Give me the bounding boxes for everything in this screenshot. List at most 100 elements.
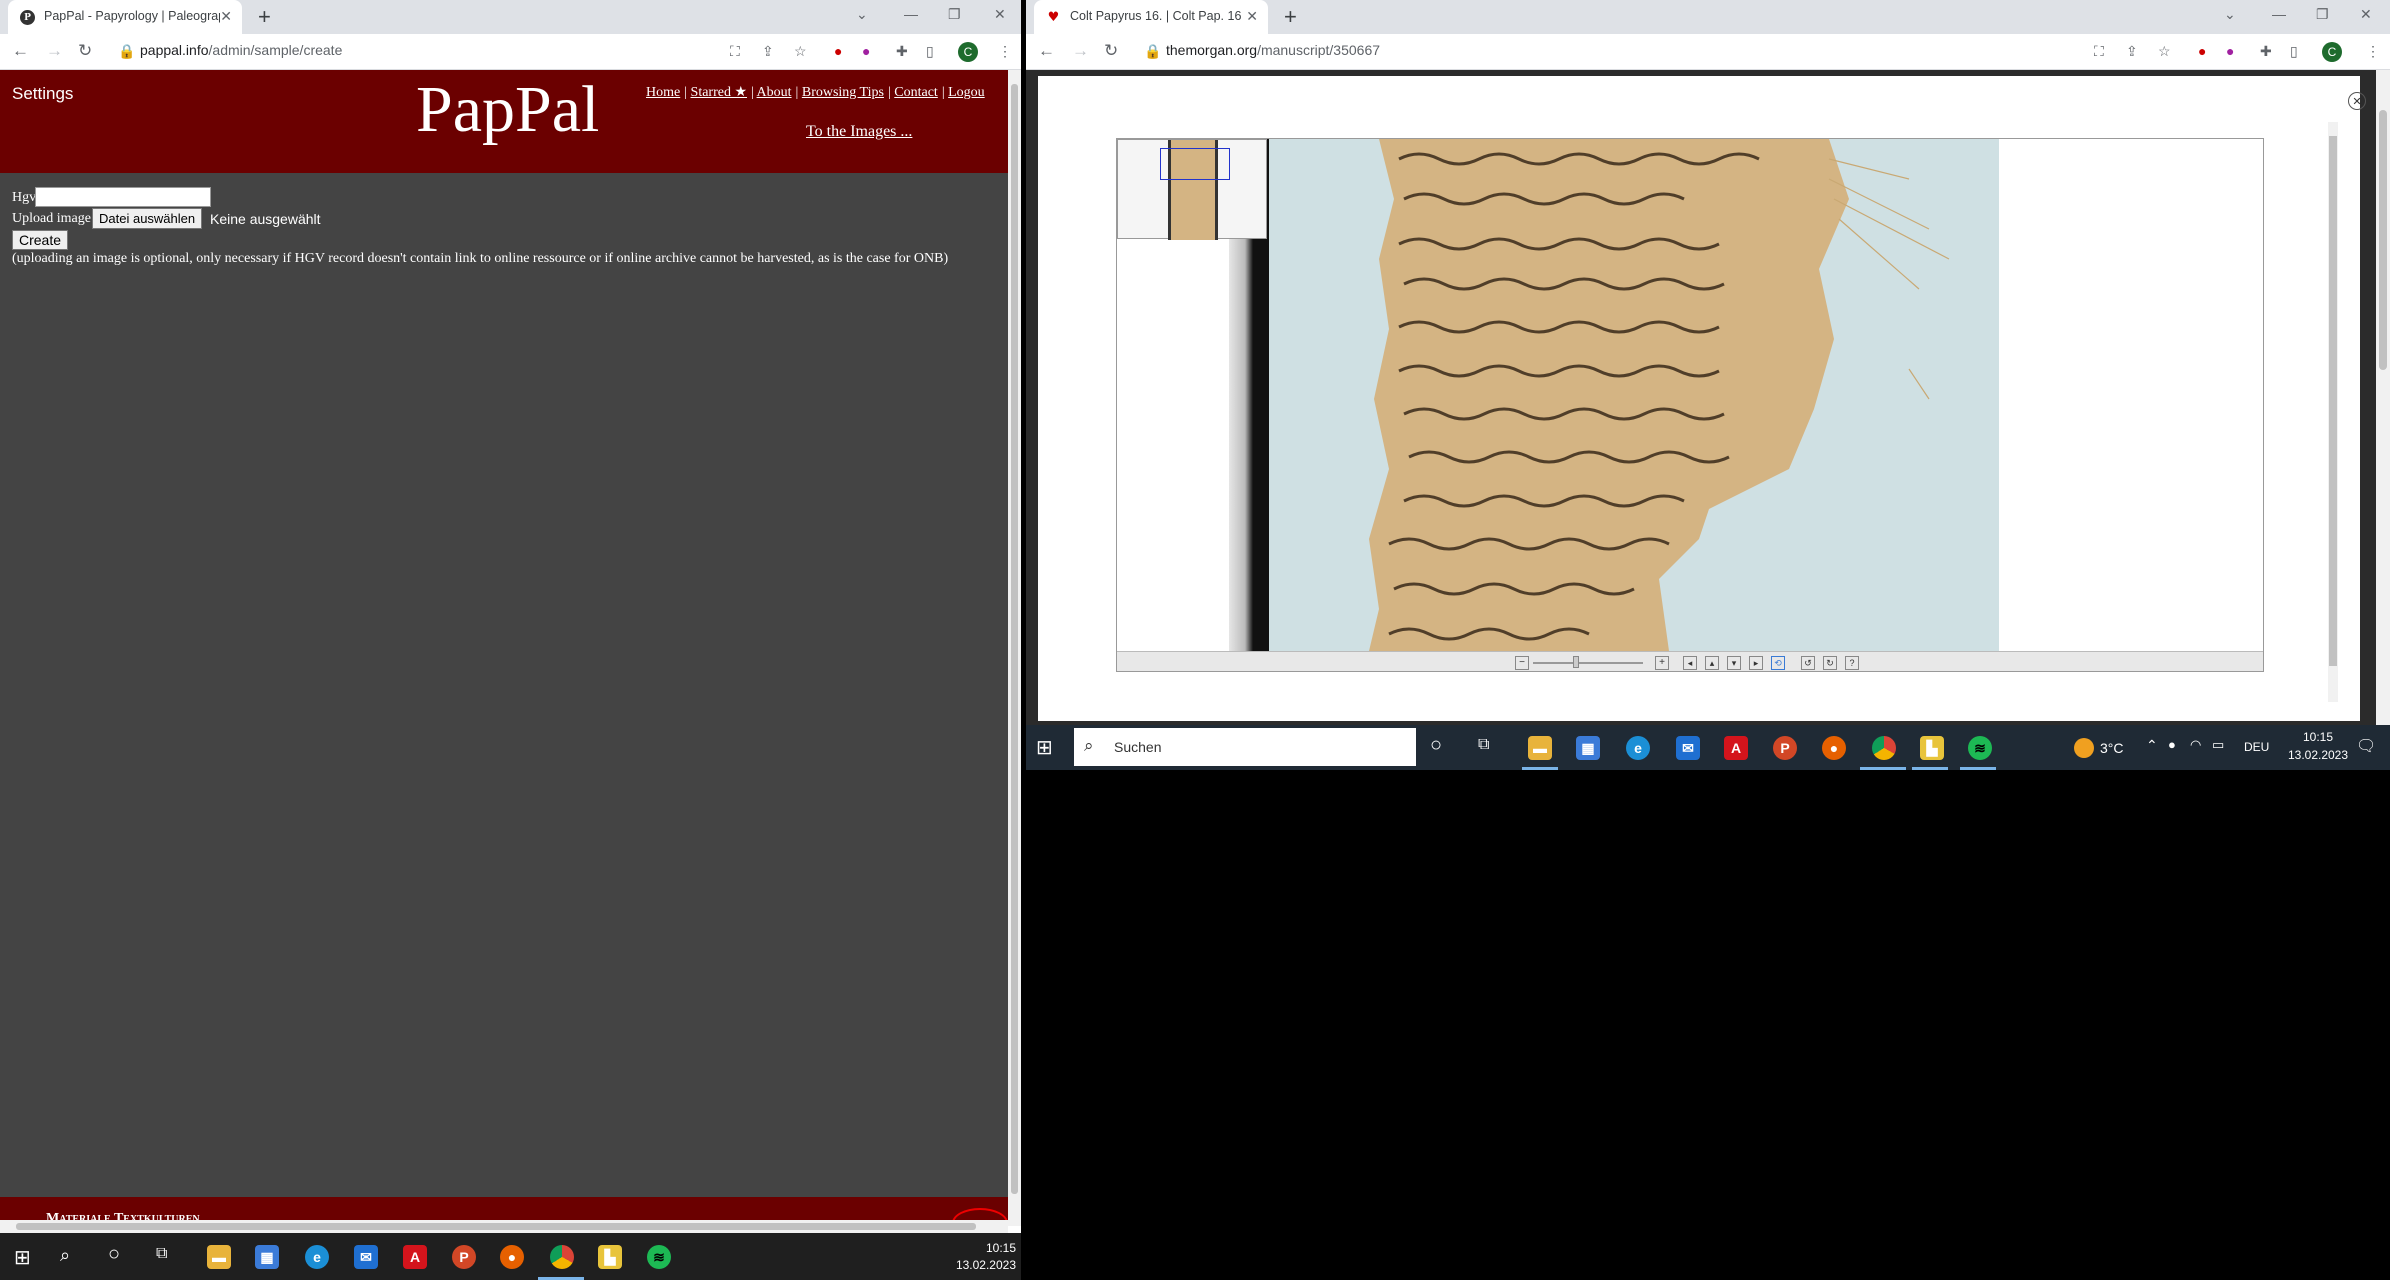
cortana-icon[interactable]: ○	[1430, 734, 1442, 757]
extension-icon[interactable]: ●	[862, 43, 870, 59]
zoom-slider-handle[interactable]	[1573, 656, 1579, 668]
address-bar[interactable]: pappal.info/admin/sample/create	[140, 42, 342, 58]
horizontal-scrollbar[interactable]	[0, 1220, 1008, 1233]
bookmark-star-icon[interactable]: ☆	[2158, 43, 2171, 60]
tab-morgan[interactable]: ♥ Colt Papyrus 16. | Colt Pap. 16 | T ✕	[1034, 0, 1268, 34]
windows-start-icon[interactable]: ⊞	[1036, 735, 1053, 760]
search-icon[interactable]: ⌕	[60, 1245, 70, 1266]
mail-icon[interactable]: ✉	[354, 1245, 378, 1269]
menu-kebab-icon[interactable]: ⋮	[2366, 43, 2380, 60]
choose-file-button[interactable]: Datei auswählen	[92, 208, 203, 229]
acrobat-icon[interactable]: A	[403, 1245, 427, 1269]
firefox-icon[interactable]: ●	[1822, 736, 1846, 760]
taskbar-search-box[interactable]: ⌕ Suchen	[1074, 728, 1416, 766]
sidepanel-icon[interactable]: ▯	[926, 43, 934, 60]
task-view-icon[interactable]: ⧉	[1478, 736, 1489, 754]
file-explorer-icon[interactable]: ▬	[1528, 736, 1552, 760]
pinned-app-icon[interactable]: ▙	[1920, 736, 1944, 760]
lock-icon[interactable]: 🔒	[118, 43, 135, 60]
input-language[interactable]: DEU	[2244, 740, 2269, 754]
clock-date[interactable]: 13.02.2023	[2278, 748, 2358, 762]
network-icon[interactable]: ◠	[2190, 737, 2201, 753]
translate-icon[interactable]: ⛶	[730, 43, 740, 60]
zoom-slider[interactable]	[1533, 662, 1643, 664]
pan-left-icon[interactable]: ◂	[1683, 656, 1697, 670]
nav-contact[interactable]: Contact	[894, 85, 938, 100]
store-icon[interactable]: ▦	[255, 1245, 279, 1269]
close-window-icon[interactable]: ✕	[2360, 6, 2372, 23]
cortana-icon[interactable]: ○	[108, 1243, 120, 1266]
nav-logout[interactable]: Logou	[948, 85, 985, 100]
navigator-viewport-box[interactable]	[1160, 148, 1230, 180]
vertical-scrollbar[interactable]	[1008, 70, 1021, 1226]
weather-icon[interactable]	[2074, 738, 2094, 758]
tab-search-icon[interactable]: ⌄	[856, 6, 868, 23]
zoom-viewer[interactable]: − + ◂ ▴ ▾ ▸ ⟲ ↺ ↻ ?	[1116, 138, 2264, 672]
acrobat-icon[interactable]: A	[1724, 736, 1748, 760]
spotify-icon[interactable]: ≋	[647, 1245, 671, 1269]
navigator-thumbnail[interactable]	[1117, 139, 1267, 240]
scrollbar-thumb[interactable]	[2379, 110, 2387, 370]
store-icon[interactable]: ▦	[1576, 736, 1600, 760]
task-view-icon[interactable]: ⧉	[156, 1245, 167, 1263]
extensions-puzzle-icon[interactable]: ✚	[896, 43, 908, 60]
share-icon[interactable]: ⇪	[2126, 43, 2138, 60]
address-bar[interactable]: themorgan.org/manuscript/350667	[1166, 42, 1380, 58]
close-window-icon[interactable]: ✕	[994, 6, 1006, 23]
weather-temperature[interactable]: 3°C	[2100, 740, 2124, 756]
pinned-app-icon[interactable]: ▙	[598, 1245, 622, 1269]
new-tab-icon[interactable]: +	[1284, 4, 1297, 30]
back-icon[interactable]: ←	[12, 41, 29, 61]
restore-icon[interactable]: ❐	[948, 6, 961, 23]
tab-search-icon[interactable]: ⌄	[2224, 6, 2236, 23]
translate-icon[interactable]: ⛶	[2094, 43, 2104, 60]
menu-kebab-icon[interactable]: ⋮	[998, 43, 1012, 60]
close-modal-icon[interactable]: ✕	[2348, 92, 2366, 110]
extensions-puzzle-icon[interactable]: ✚	[2260, 43, 2272, 60]
scrollbar-thumb[interactable]	[1011, 84, 1018, 1194]
settings-link[interactable]: Settings	[12, 84, 73, 104]
edge-icon[interactable]: e	[1626, 736, 1650, 760]
extension-icon[interactable]: ●	[834, 43, 842, 59]
create-button[interactable]: Create	[12, 230, 69, 250]
scrollbar-thumb[interactable]	[2329, 136, 2337, 666]
firefox-icon[interactable]: ●	[500, 1245, 524, 1269]
tab-pappal[interactable]: P PapPal - Papyrology | Paleograph ✕	[8, 0, 242, 34]
nav-home[interactable]: Home	[646, 85, 680, 100]
new-tab-icon[interactable]: +	[258, 4, 271, 30]
profile-avatar[interactable]: C	[2322, 42, 2342, 62]
powerpoint-icon[interactable]: P	[452, 1245, 476, 1269]
close-tab-icon[interactable]: ✕	[1246, 8, 1258, 25]
chrome-icon[interactable]	[550, 1245, 574, 1269]
edge-icon[interactable]: e	[305, 1245, 329, 1269]
pan-down-icon[interactable]: ▾	[1727, 656, 1741, 670]
reload-icon[interactable]: ↻	[1104, 41, 1118, 61]
profile-avatar[interactable]: C	[958, 42, 978, 62]
lock-icon[interactable]: 🔒	[1144, 43, 1161, 60]
rotate-right-icon[interactable]: ↻	[1823, 656, 1837, 670]
file-explorer-icon[interactable]: ▬	[207, 1245, 231, 1269]
clock-time[interactable]: 10:15	[2278, 730, 2358, 744]
spotify-icon[interactable]: ≋	[1968, 736, 1992, 760]
reset-view-icon[interactable]: ⟲	[1771, 656, 1785, 670]
to-images-link[interactable]: To the Images ...	[806, 123, 912, 141]
pan-up-icon[interactable]: ▴	[1705, 656, 1719, 670]
reload-icon[interactable]: ↻	[78, 41, 92, 61]
zoom-in-icon[interactable]: +	[1655, 656, 1669, 670]
help-icon[interactable]: ?	[1845, 656, 1859, 670]
back-icon[interactable]: ←	[1038, 41, 1055, 61]
modal-scrollbar[interactable]	[2328, 122, 2338, 702]
tray-chevron-icon[interactable]: ⌃	[2146, 737, 2158, 754]
nav-starred[interactable]: Starred ★	[691, 85, 747, 100]
share-icon[interactable]: ⇪	[762, 43, 774, 60]
powerpoint-icon[interactable]: P	[1773, 736, 1797, 760]
minimize-icon[interactable]: —	[2272, 6, 2286, 22]
extension-icon[interactable]: ●	[2226, 43, 2234, 59]
nav-browsing-tips[interactable]: Browsing Tips	[802, 85, 884, 100]
chrome-icon[interactable]	[1872, 736, 1896, 760]
extension-icon[interactable]: ●	[2198, 43, 2206, 59]
minimize-icon[interactable]: —	[904, 6, 918, 22]
pan-right-icon[interactable]: ▸	[1749, 656, 1763, 670]
close-tab-icon[interactable]: ✕	[220, 8, 232, 25]
tray-app-icon[interactable]: ●	[2168, 737, 2176, 752]
